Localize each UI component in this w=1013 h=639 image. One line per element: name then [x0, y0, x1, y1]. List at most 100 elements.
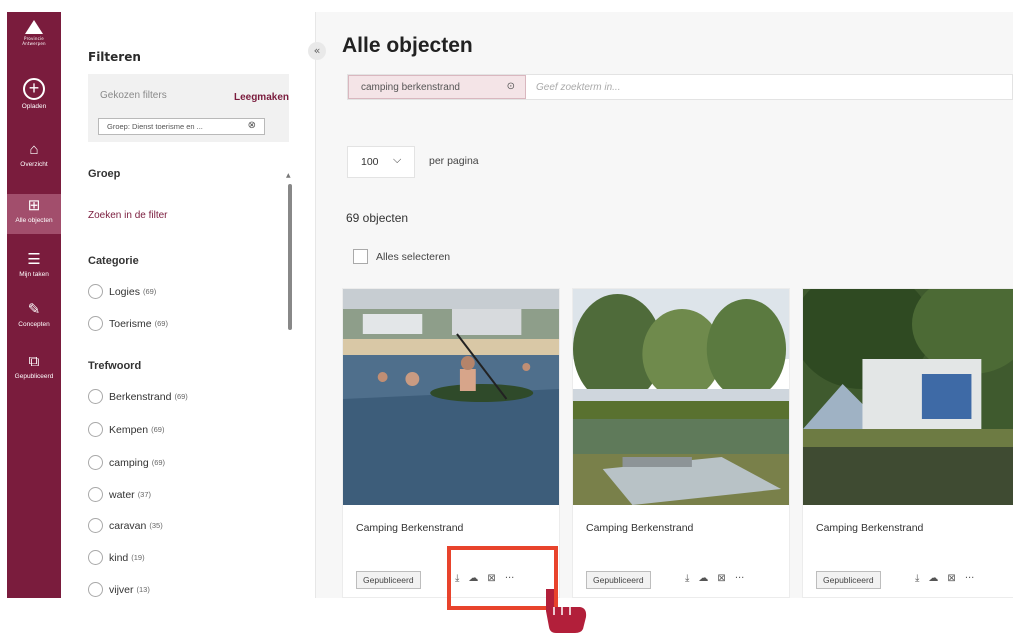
group-search-link[interactable]: Zoeken in de filter: [88, 210, 168, 221]
radio-icon[interactable]: [88, 316, 103, 331]
remove-tag-icon[interactable]: ⊙: [507, 81, 515, 92]
object-card[interactable]: Camping Berkenstrand Gepubliceerd ⤓ ☁ ⊠ …: [802, 288, 1013, 598]
card-title[interactable]: Camping Berkenstrand: [586, 522, 693, 534]
chosen-filters-label: Gekozen filters: [100, 90, 167, 101]
published-icon: ⧉: [28, 353, 40, 370]
option-label: Kempen: [109, 423, 149, 436]
filter-title: Filteren: [88, 50, 141, 64]
filter-option-vijver[interactable]: vijver (13): [88, 582, 150, 597]
option-count: (19): [131, 553, 145, 562]
option-count: (37): [137, 490, 152, 499]
search-bar[interactable]: camping berkenstrand ⊙: [347, 74, 1013, 100]
logo[interactable]: Provincie Antwerpen: [21, 20, 47, 50]
more-icon[interactable]: ···: [965, 573, 975, 584]
status-badge: Gepubliceerd: [816, 571, 881, 589]
checkbox-icon[interactable]: [353, 249, 368, 264]
more-icon[interactable]: ···: [735, 573, 745, 584]
download-icon[interactable]: ⤓: [915, 573, 919, 584]
option-count: (69): [174, 392, 188, 401]
card-thumbnail-pingpong[interactable]: [573, 289, 789, 505]
radio-icon[interactable]: [88, 284, 103, 299]
object-card[interactable]: Camping Berkenstrand Gepubliceerd ⤓ ☁ ⊠ …: [572, 288, 790, 598]
search-input[interactable]: [536, 76, 996, 98]
main-nav-rail: Provincie Antwerpen + Opladen ⌂ Overzich…: [7, 12, 61, 598]
search-tag-label: camping berkenstrand: [361, 82, 460, 93]
chosen-filter-chip-label: Groep: Dienst toerisme en ...: [107, 122, 203, 131]
preview-icon[interactable]: ⊠: [717, 573, 725, 584]
select-all-checkbox[interactable]: Alles selecteren: [353, 249, 450, 264]
object-count: 69 objecten: [346, 211, 409, 225]
option-count: (69): [142, 287, 157, 296]
nav-concepts-label: Concepten: [18, 321, 50, 328]
page-title: Alle objecten: [342, 34, 473, 57]
option-label: Berkenstrand: [109, 390, 172, 403]
pencil-icon: ✎: [27, 301, 41, 318]
nav-published[interactable]: ⧉ Gepubliceerd: [7, 353, 61, 381]
card-title[interactable]: Camping Berkenstrand: [356, 522, 463, 534]
filter-scrollbar[interactable]: ▲: [286, 172, 294, 596]
scroll-thumb[interactable]: [288, 184, 292, 330]
nav-overview-label: Overzicht: [20, 161, 48, 168]
clear-filters-link[interactable]: Leegmaken: [234, 92, 289, 103]
option-count: (13): [136, 585, 150, 594]
per-page-select[interactable]: 100 ⌵: [347, 146, 415, 178]
filter-panel: Filteren Gekozen filters Leegmaken Groep…: [61, 12, 316, 598]
per-page-value: 100: [361, 156, 379, 168]
logo-triangle-icon: [25, 20, 43, 34]
home-icon: ⌂: [29, 141, 39, 158]
radio-icon[interactable]: [88, 389, 103, 404]
per-page-label: per pagina: [429, 155, 479, 167]
logo-text: Provincie Antwerpen: [22, 36, 46, 46]
cloud-icon[interactable]: ☁: [698, 573, 708, 584]
nav-my-tasks-label: Mijn taken: [19, 271, 49, 278]
filter-option-kempen[interactable]: Kempen (69): [88, 422, 164, 437]
filter-option-kind[interactable]: kind (19): [88, 550, 145, 565]
nav-overview[interactable]: ⌂ Overzicht: [7, 141, 61, 169]
option-label: water: [109, 488, 135, 501]
main-content: Alle objecten camping berkenstrand ⊙ 100…: [317, 12, 1013, 598]
option-label: vijver: [109, 583, 134, 596]
option-count: (69): [151, 458, 166, 467]
radio-icon[interactable]: [88, 582, 103, 597]
filter-option-logies[interactable]: Logies (69): [88, 284, 156, 299]
filter-option-camping[interactable]: camping (69): [88, 455, 165, 470]
group-section-title[interactable]: Groep: [88, 168, 120, 180]
preview-icon[interactable]: ⊠: [947, 573, 955, 584]
filter-option-water[interactable]: water (37): [88, 487, 151, 502]
filter-option-berkenstrand[interactable]: Berkenstrand (69): [88, 389, 188, 404]
option-count: (35): [149, 521, 163, 530]
radio-icon[interactable]: [88, 455, 103, 470]
card-thumbnail-caravan[interactable]: [803, 289, 1013, 505]
option-count: (69): [154, 319, 168, 328]
option-label: camping: [109, 456, 149, 469]
upload-plus-icon: +: [23, 78, 45, 100]
search-tag[interactable]: camping berkenstrand ⊙: [348, 75, 526, 99]
app-window: Provincie Antwerpen + Opladen ⌂ Overzich…: [7, 12, 1013, 598]
download-icon[interactable]: ⤓: [685, 573, 689, 584]
radio-icon[interactable]: [88, 487, 103, 502]
card-thumbnail-kayak[interactable]: [343, 289, 559, 505]
radio-icon[interactable]: [88, 422, 103, 437]
card-title[interactable]: Camping Berkenstrand: [816, 522, 923, 534]
status-badge: Gepubliceerd: [356, 571, 421, 589]
cloud-icon[interactable]: ☁: [928, 573, 938, 584]
filter-option-caravan[interactable]: caravan (35): [88, 518, 163, 533]
nav-upload-label: Opladen: [21, 103, 47, 110]
scroll-up-icon[interactable]: ▲: [286, 172, 291, 179]
status-badge: Gepubliceerd: [586, 571, 651, 589]
option-count: (69): [151, 425, 165, 434]
nav-all-objects-label: Alle objecten: [15, 217, 53, 224]
nav-my-tasks[interactable]: ☰ Mijn taken: [7, 252, 61, 279]
nav-concepts[interactable]: ✎ Concepten: [7, 301, 61, 329]
chosen-filter-chip[interactable]: Groep: Dienst toerisme en ... ⊗: [98, 118, 265, 135]
radio-icon[interactable]: [88, 550, 103, 565]
category-section-title[interactable]: Categorie: [88, 255, 139, 267]
filter-option-toerisme[interactable]: Toerisme (69): [88, 316, 168, 331]
remove-chip-icon[interactable]: ⊗: [248, 120, 256, 131]
nav-upload[interactable]: + Opladen: [7, 78, 61, 110]
radio-icon[interactable]: [88, 518, 103, 533]
select-all-label: Alles selecteren: [376, 250, 451, 263]
nav-all-objects[interactable]: ⊞ Alle objecten: [7, 194, 61, 234]
option-label: caravan: [109, 519, 147, 532]
keyword-section-title[interactable]: Trefwoord: [88, 360, 141, 372]
